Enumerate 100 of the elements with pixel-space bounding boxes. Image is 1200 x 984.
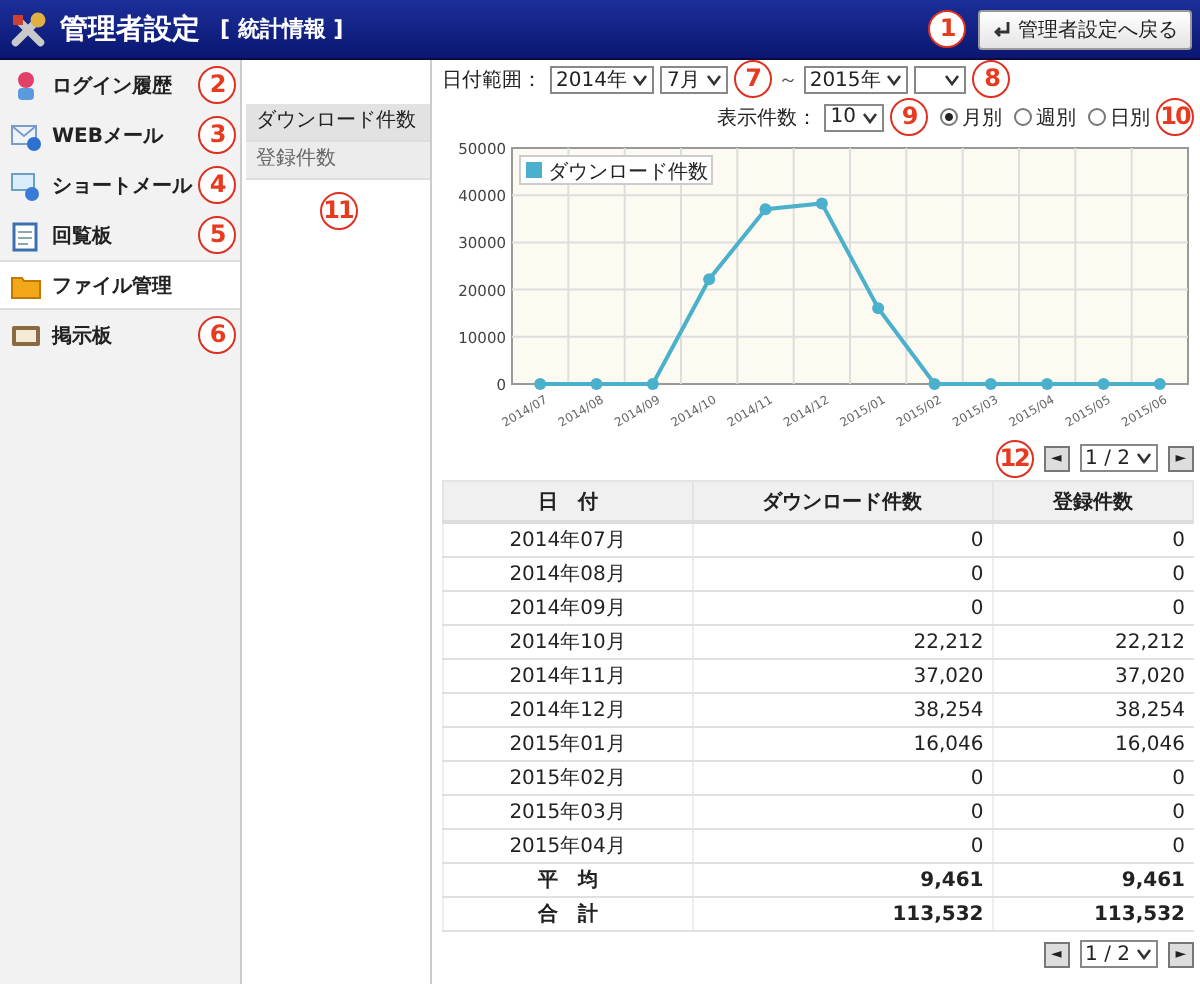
- data-point: [1097, 378, 1110, 390]
- sidebar-item[interactable]: 掲示板: [0, 310, 116, 360]
- radio-button[interactable]: [1014, 108, 1032, 126]
- table-cell: 0: [992, 522, 1193, 557]
- caret-icon: [705, 73, 722, 85]
- data-point: [1153, 378, 1166, 390]
- table-cell: 2014年11月: [443, 659, 693, 693]
- submenu-item[interactable]: 登録件数: [246, 142, 430, 180]
- table-cell: 0: [992, 557, 1193, 591]
- callout-marker: 3: [198, 116, 236, 154]
- sidebar-item[interactable]: WEBメール: [0, 110, 167, 160]
- callout-marker: 9: [890, 98, 928, 136]
- data-point: [1041, 378, 1054, 390]
- callout-marker: 12: [995, 439, 1034, 477]
- radio-button[interactable]: [1088, 108, 1106, 126]
- chart-legend: ダウンロード件数: [519, 155, 713, 185]
- clipboard-icon: [10, 219, 42, 251]
- dropdown[interactable]: 2014年: [550, 65, 655, 93]
- caret-icon: [1136, 452, 1152, 464]
- caret-icon: [632, 73, 649, 85]
- period-option[interactable]: 週別: [1014, 103, 1076, 131]
- data-point: [646, 378, 659, 390]
- data-point: [703, 273, 716, 286]
- sidebar-item[interactable]: 回覧板: [0, 210, 116, 260]
- table-cell: 37,020: [992, 659, 1193, 693]
- sidebar-item[interactable]: ファイル管理: [0, 260, 240, 310]
- dropdown[interactable]: 2015年: [803, 65, 909, 93]
- callout-marker: 11: [319, 192, 357, 230]
- data-point: [872, 302, 885, 315]
- data-point: [928, 378, 941, 390]
- table-cell: 0: [692, 591, 993, 625]
- table-cell: 0: [992, 829, 1193, 863]
- caret-icon: [862, 111, 878, 123]
- table-cell: 16,046: [692, 727, 993, 761]
- table-cell: 2014年08月: [443, 557, 693, 591]
- data-point: [815, 197, 828, 210]
- page-subtitle: [ 統計情報 ]: [220, 14, 344, 44]
- table-cell: 38,254: [692, 693, 993, 727]
- dropdown[interactable]: 10: [824, 103, 884, 131]
- page-dropdown[interactable]: 1 / 2: [1079, 940, 1158, 968]
- period-option[interactable]: 日別: [1088, 103, 1150, 131]
- table-cell: 37,020: [692, 659, 993, 693]
- table-cell: 2014年12月: [443, 693, 693, 727]
- callout-marker: 1: [928, 10, 966, 48]
- table-cell: 22,212: [692, 625, 993, 659]
- data-point: [759, 203, 772, 216]
- back-button[interactable]: 管理者設定へ戻る: [978, 9, 1192, 49]
- filter-label: 日付範囲：: [442, 67, 542, 93]
- tools-icon: [8, 9, 48, 49]
- dropdown[interactable]: [914, 65, 967, 93]
- table-cell: 0: [692, 761, 993, 795]
- table-cell: 2014年09月: [443, 591, 693, 625]
- sidebar-item[interactable]: ログイン履歴: [0, 60, 176, 110]
- filter-label: 表示件数：: [716, 105, 817, 131]
- table-cell: 2015年04月: [443, 829, 693, 863]
- table-cell: 平 均: [443, 863, 693, 897]
- table-cell: 38,254: [992, 693, 1193, 727]
- table-cell: 9,461: [992, 863, 1193, 897]
- caret-icon: [1136, 948, 1152, 960]
- column-header: 日 付: [443, 481, 693, 522]
- table-cell: 22,212: [992, 625, 1193, 659]
- table-cell: 0: [992, 761, 1193, 795]
- envelope-icon: [10, 119, 42, 151]
- table-cell: 2014年07月: [443, 522, 693, 557]
- table-cell: 16,046: [992, 727, 1193, 761]
- return-arrow-icon: [992, 19, 1012, 39]
- sidebar-item[interactable]: ショートメール: [0, 160, 196, 210]
- callout-marker: 6: [198, 316, 236, 354]
- table-cell: 2014年10月: [443, 625, 693, 659]
- table-cell: 2015年03月: [443, 795, 693, 829]
- callout-marker: 8: [972, 60, 1011, 98]
- caret-icon: [886, 73, 903, 85]
- column-header: 登録件数: [992, 481, 1193, 522]
- table-cell: 113,532: [992, 897, 1193, 931]
- radio-button[interactable]: [940, 108, 958, 126]
- callout-marker: 5: [198, 216, 236, 254]
- page-dropdown[interactable]: 1 / 2: [1079, 444, 1158, 472]
- data-point: [984, 378, 997, 390]
- callout-marker: 4: [198, 166, 236, 204]
- table-cell: 113,532: [692, 897, 993, 931]
- table-cell: 2015年02月: [443, 761, 693, 795]
- submenu-item[interactable]: ダウンロード件数: [246, 104, 430, 142]
- legend-label: ダウンロード件数: [548, 160, 708, 184]
- table-cell: 9,461: [692, 863, 993, 897]
- data-point: [534, 378, 547, 390]
- callout-marker: 7: [733, 60, 772, 98]
- column-header: ダウンロード件数: [692, 481, 993, 522]
- data-point: [590, 378, 603, 390]
- window-title: 管理者設定: [60, 11, 200, 47]
- callout-marker: 2: [198, 66, 236, 104]
- callout-marker: 10: [1156, 98, 1194, 136]
- table-cell: 0: [992, 591, 1193, 625]
- table-cell: 0: [992, 795, 1193, 829]
- table-cell: 0: [692, 522, 993, 557]
- table-cell: 2015年01月: [443, 727, 693, 761]
- period-option[interactable]: 月別: [940, 103, 1002, 131]
- caret-icon: [944, 73, 961, 85]
- table-cell: 0: [692, 829, 993, 863]
- message-icon: [10, 169, 42, 201]
- dropdown[interactable]: 7月: [660, 65, 728, 93]
